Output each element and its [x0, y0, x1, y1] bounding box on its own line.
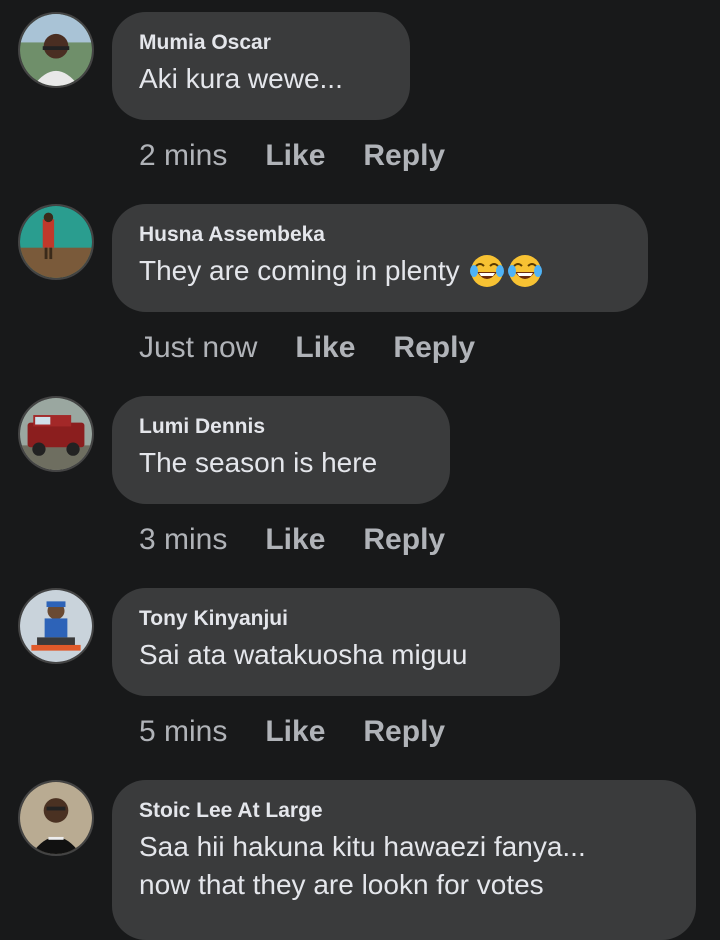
- comment-author[interactable]: Tony Kinyanjui: [139, 606, 532, 632]
- like-button[interactable]: Like: [265, 522, 325, 558]
- comment-bubble[interactable]: Stoic Lee At Large Saa hii hakuna kitu h…: [112, 780, 696, 940]
- comment-actions: 3 mins Like Reply: [139, 522, 445, 558]
- avatar[interactable]: [18, 396, 94, 472]
- avatar[interactable]: [18, 588, 94, 664]
- comment-text: Saa hii hakuna kitu hawaezi fanya...: [139, 828, 668, 866]
- comment-author[interactable]: Lumi Dennis: [139, 414, 422, 440]
- comment-text-content: Saa hii hakuna kitu hawaezi fanya...: [139, 831, 586, 862]
- avatar[interactable]: [18, 12, 94, 88]
- reply-button[interactable]: Reply: [363, 138, 445, 174]
- comment-text-content: The season is here: [139, 447, 378, 478]
- comment-text-content: Sai ata watakuosha miguu: [139, 639, 468, 670]
- comment-actions: Just now Like Reply: [139, 330, 475, 366]
- comment-text: They are coming in plenty: [139, 252, 620, 290]
- comment-text: The season is here: [139, 444, 422, 482]
- comment-actions: 2 mins Like Reply: [139, 138, 445, 174]
- like-button[interactable]: Like: [265, 138, 325, 174]
- comment-author[interactable]: Stoic Lee At Large: [139, 798, 668, 824]
- avatar[interactable]: [18, 204, 94, 280]
- comment-bubble[interactable]: Husna Assembeka They are coming in plent…: [112, 204, 648, 312]
- comment-timestamp[interactable]: 2 mins: [139, 138, 227, 174]
- comment-author[interactable]: Husna Assembeka: [139, 222, 620, 248]
- reply-button[interactable]: Reply: [363, 714, 445, 750]
- comment-author[interactable]: Mumia Oscar: [139, 30, 382, 56]
- comment-timestamp[interactable]: 5 mins: [139, 714, 227, 750]
- comment-text-content: now that they are lookn for votes: [139, 869, 544, 900]
- reply-button[interactable]: Reply: [393, 330, 475, 366]
- comment-text-content: They are coming in plenty: [139, 255, 460, 286]
- comment-timestamp[interactable]: Just now: [139, 330, 257, 366]
- like-button[interactable]: Like: [265, 714, 325, 750]
- reply-button[interactable]: Reply: [363, 522, 445, 558]
- comment-bubble[interactable]: Lumi Dennis The season is here: [112, 396, 450, 504]
- comment-bubble[interactable]: Mumia Oscar Aki kura wewe...: [112, 12, 410, 120]
- comment-text: now that they are lookn for votes: [139, 866, 668, 904]
- like-button[interactable]: Like: [295, 330, 355, 366]
- comment-actions: 5 mins Like Reply: [139, 714, 445, 750]
- comment-timestamp[interactable]: 3 mins: [139, 522, 227, 558]
- face-with-tears-of-joy-icon: [469, 254, 504, 288]
- comment-bubble[interactable]: Tony Kinyanjui Sai ata watakuosha miguu: [112, 588, 560, 696]
- comment-text: Sai ata watakuosha miguu: [139, 636, 532, 674]
- face-with-tears-of-joy-icon: [507, 254, 542, 288]
- comment-text: Aki kura wewe...: [139, 60, 382, 98]
- avatar[interactable]: [18, 780, 94, 856]
- comment-text-content: Aki kura wewe...: [139, 63, 343, 94]
